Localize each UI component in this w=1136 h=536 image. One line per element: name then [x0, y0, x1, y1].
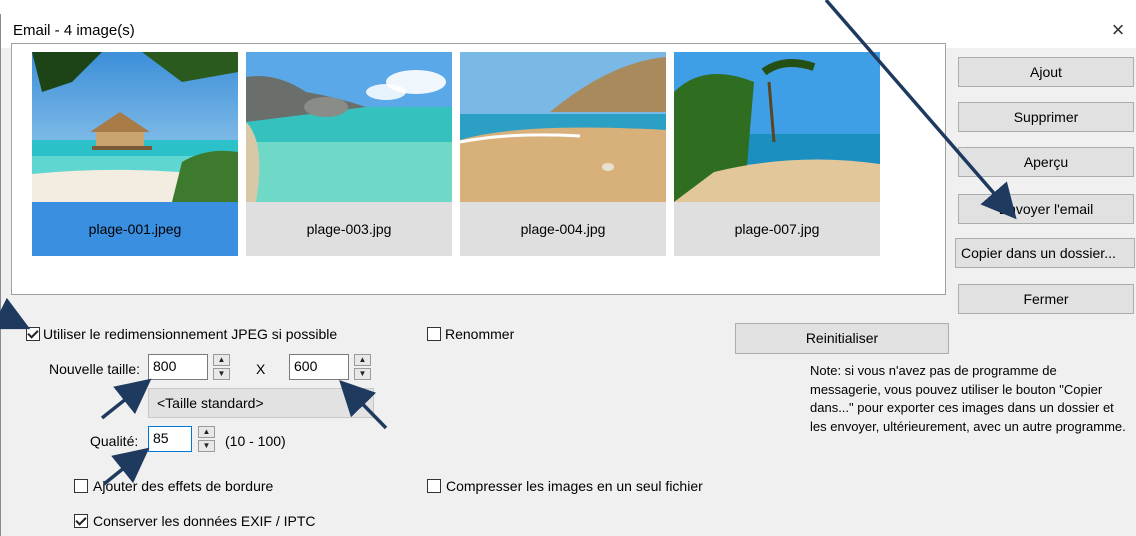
spin-down-icon[interactable]: ▼: [198, 440, 215, 452]
new-size-label: Nouvelle taille:: [49, 361, 141, 377]
thumbnail-item[interactable]: plage-003.jpg: [246, 52, 452, 256]
send-email-button[interactable]: Envoyer l'email: [958, 194, 1134, 224]
spin-up-icon[interactable]: ▲: [213, 354, 230, 366]
compress-label: Compresser les images en un seul fichier: [446, 478, 703, 494]
close-icon[interactable]: ×: [1103, 16, 1133, 46]
quality-range-label: (10 - 100): [225, 433, 286, 449]
times-label: X: [256, 361, 266, 377]
height-input[interactable]: 600: [289, 354, 349, 380]
resize-checkbox[interactable]: [26, 327, 40, 341]
border-effects-checkbox[interactable]: [74, 479, 88, 493]
window-title: Email - 4 image(s): [13, 22, 135, 39]
compress-checkbox[interactable]: [427, 479, 441, 493]
thumbnail-filename: plage-001.jpeg: [32, 202, 238, 256]
thumbnail-filename: plage-003.jpg: [246, 202, 452, 256]
beach-hut-image: [32, 52, 238, 202]
border-effects-label: Ajouter des effets de bordure: [93, 478, 274, 494]
exif-checkbox[interactable]: [74, 514, 88, 528]
exif-label: Conserver les données EXIF / IPTC: [93, 513, 316, 529]
close-button[interactable]: Fermer: [958, 284, 1134, 314]
quality-label: Qualité:: [90, 433, 139, 449]
rocks-lagoon-image: [246, 52, 452, 202]
add-button[interactable]: Ajout: [958, 57, 1134, 87]
spin-up-icon[interactable]: ▲: [198, 426, 215, 438]
rename-label: Renommer: [445, 326, 515, 342]
note-text: Note: si vous n'avez pas de programme de…: [810, 363, 1126, 434]
quality-input[interactable]: 85: [148, 426, 192, 452]
remove-button[interactable]: Supprimer: [958, 102, 1134, 132]
thumbnail-list[interactable]: plage-001.jpeg plage-003.jpg plage-004.j…: [11, 43, 946, 295]
width-stepper[interactable]: ▲ ▼: [213, 354, 230, 380]
thumbnail-item[interactable]: plage-001.jpeg: [32, 52, 238, 256]
standard-size-value: <Taille standard>: [157, 395, 264, 411]
height-stepper[interactable]: ▲ ▼: [354, 354, 371, 380]
sand-beach-image: [460, 52, 666, 202]
spin-up-icon[interactable]: ▲: [354, 354, 371, 366]
standard-size-select[interactable]: <Taille standard>: [148, 388, 374, 418]
width-input[interactable]: 800: [148, 354, 208, 380]
spin-down-icon[interactable]: ▼: [213, 368, 230, 380]
spin-down-icon[interactable]: ▼: [354, 368, 371, 380]
reset-button[interactable]: Reinitialiser: [735, 323, 949, 354]
resize-label: Utiliser le redimensionnement JPEG si po…: [43, 326, 338, 342]
thumbnail-filename: plage-007.jpg: [674, 202, 880, 256]
thumbnail-item[interactable]: plage-007.jpg: [674, 52, 880, 256]
quality-stepper[interactable]: ▲ ▼: [198, 426, 215, 452]
thumbnail-filename: plage-004.jpg: [460, 202, 666, 256]
palm-beach-image: [674, 52, 880, 202]
copy-to-folder-button[interactable]: Copier dans un dossier...: [955, 238, 1135, 268]
rename-checkbox[interactable]: [427, 327, 441, 341]
thumbnail-item[interactable]: plage-004.jpg: [460, 52, 666, 256]
preview-button[interactable]: Aperçu: [958, 147, 1134, 177]
